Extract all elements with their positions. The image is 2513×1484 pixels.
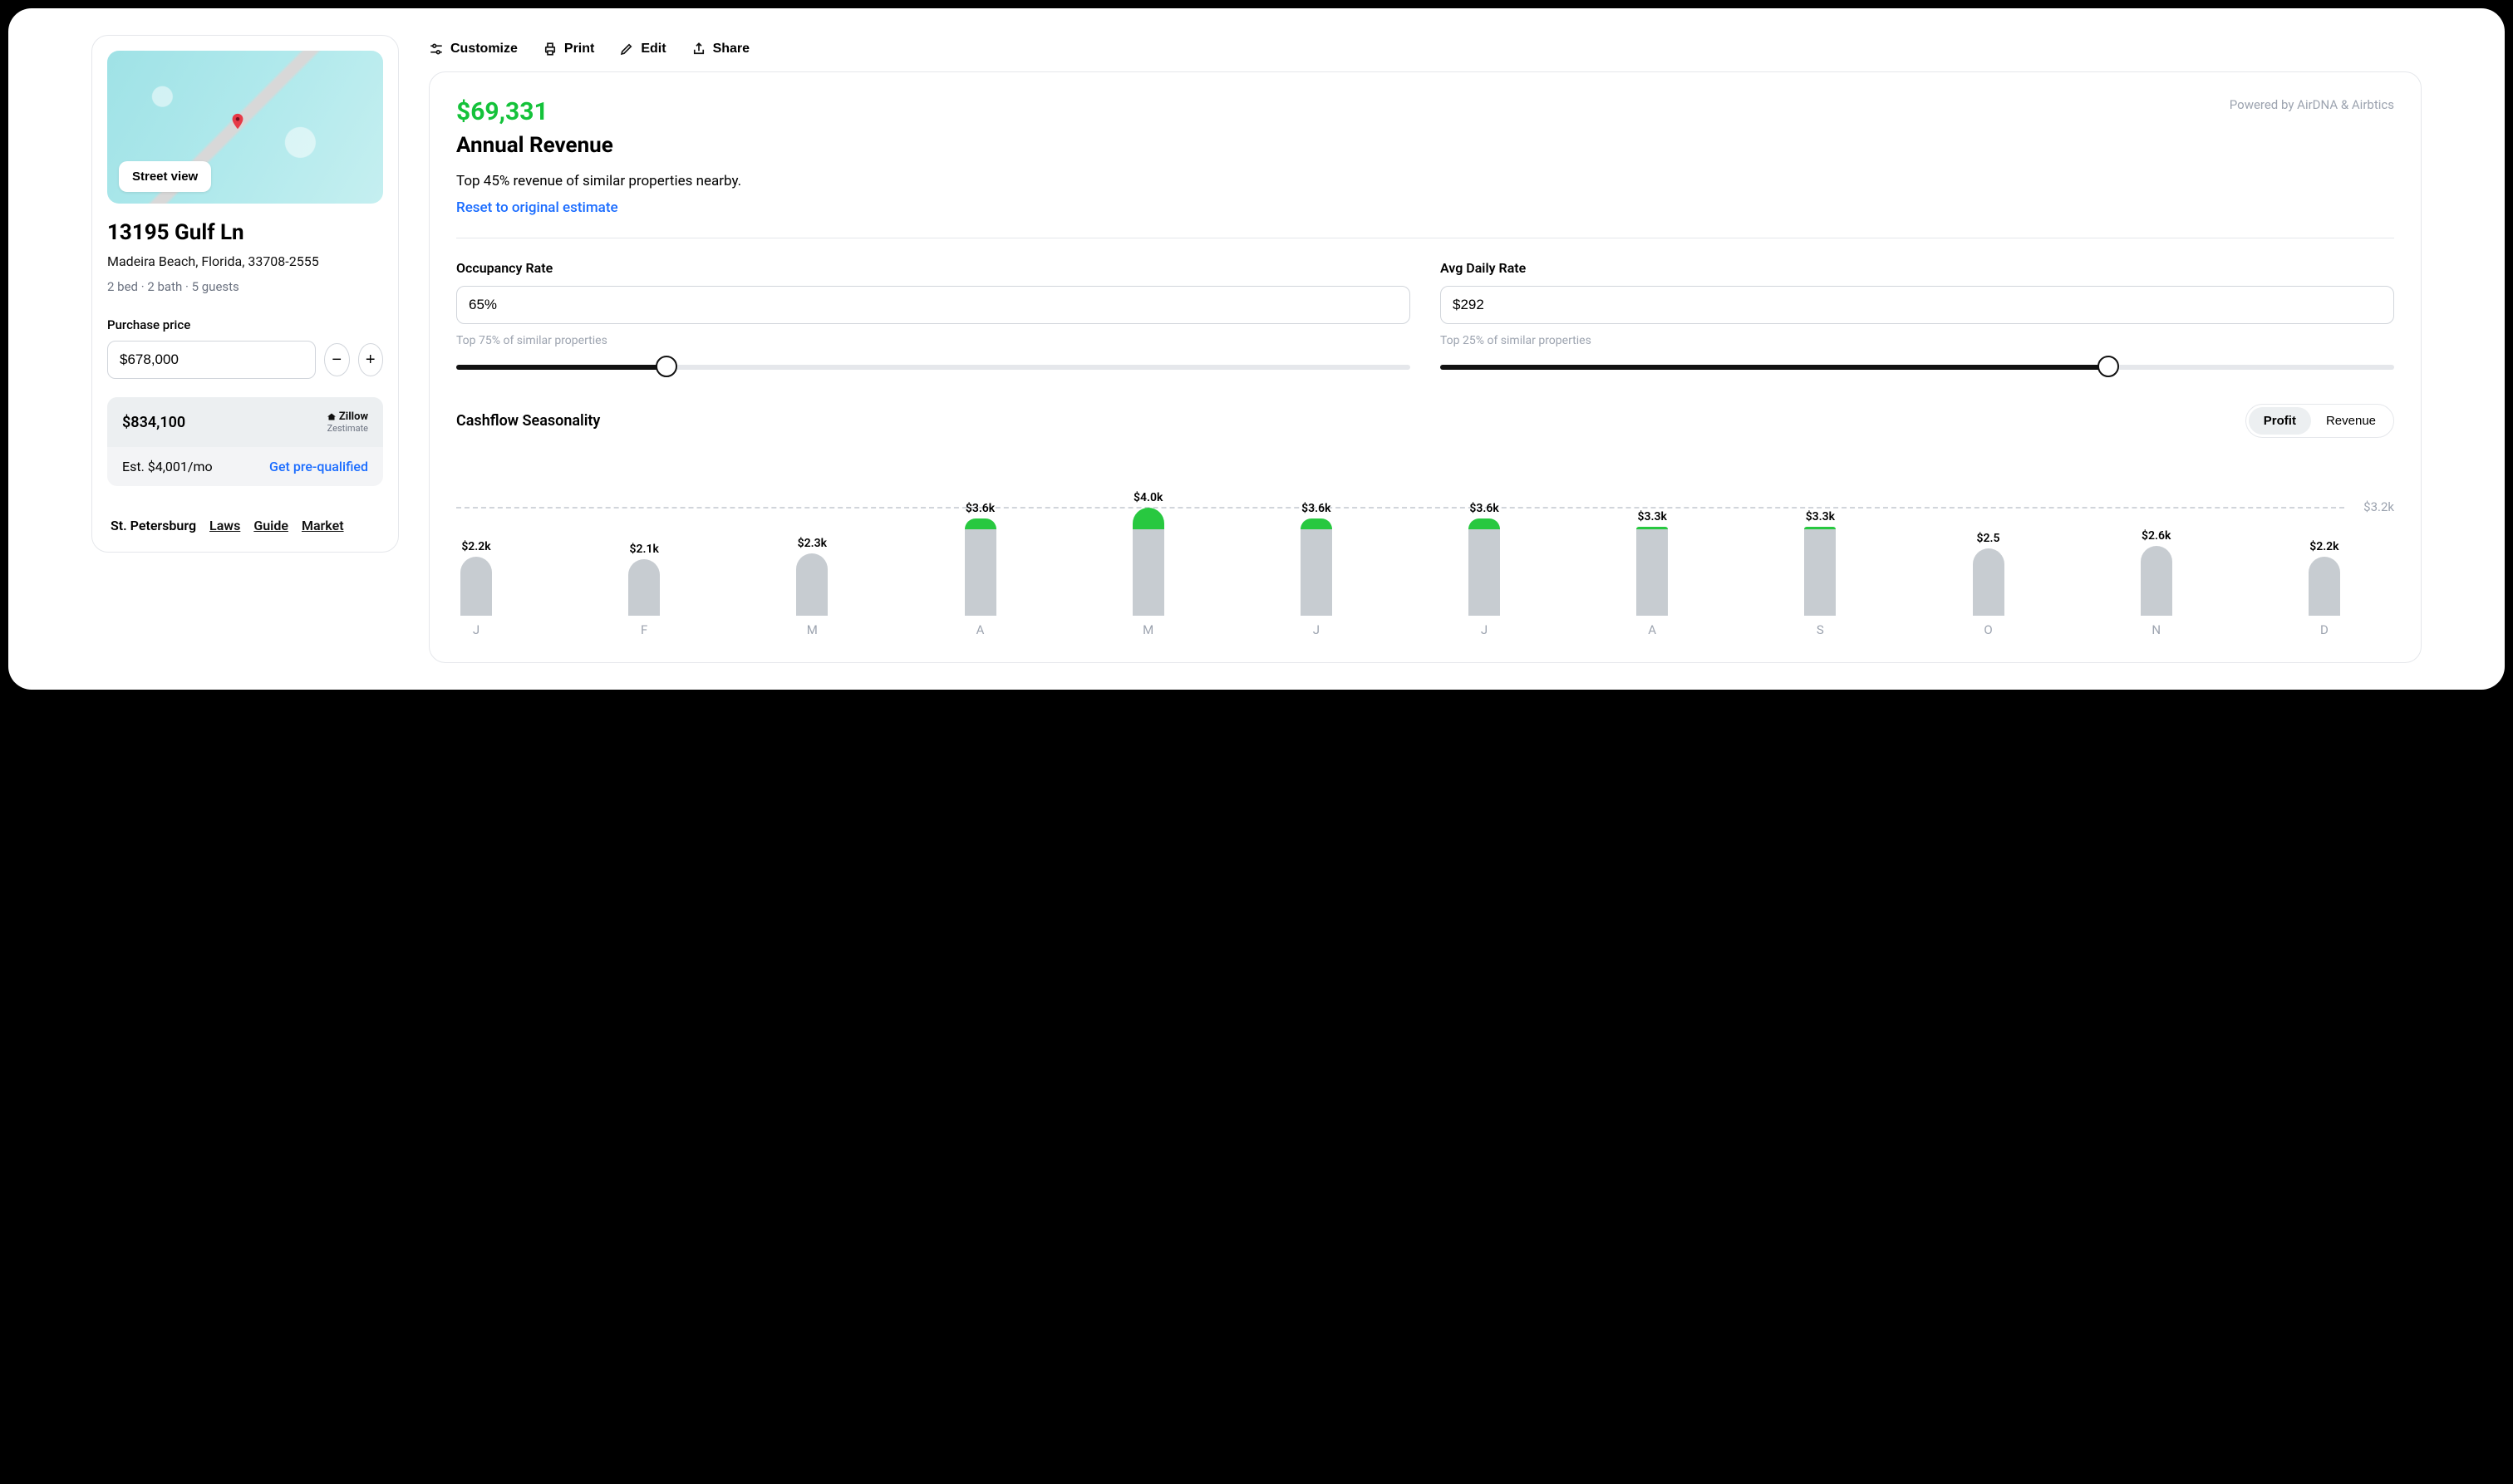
occupancy-slider[interactable]	[456, 359, 1410, 376]
bar-value-label: $3.6k	[966, 502, 995, 515]
adr-slider[interactable]	[1440, 359, 2394, 376]
month-label: J	[1464, 622, 1504, 637]
month-label: N	[2137, 622, 2176, 637]
month-label: O	[1969, 622, 2009, 637]
prequalified-link[interactable]: Get pre-qualified	[269, 459, 368, 474]
bar-value-label: $3.6k	[1469, 502, 1498, 515]
laws-link[interactable]: Laws	[209, 518, 240, 533]
bar-value-label: $2.1k	[629, 543, 658, 556]
chart-bar: $4.0k	[1129, 491, 1168, 616]
chart-bar: $3.6k	[961, 502, 1001, 616]
month-label: A	[1632, 622, 1672, 637]
map-pin-icon	[229, 112, 247, 130]
chart-toggle: Profit Revenue	[2245, 404, 2394, 438]
city-name: St. Petersburg	[111, 518, 196, 533]
est-monthly: Est. $4,001/mo	[122, 459, 213, 474]
zestimate-label: Zestimate	[327, 423, 368, 434]
occupancy-input[interactable]	[456, 286, 1410, 324]
property-details: 2 bed · 2 bath · 5 guests	[107, 279, 383, 294]
chart-bar: $3.6k	[1464, 502, 1504, 616]
printer-icon	[543, 42, 558, 57]
app-frame: Street view 13195 Gulf Ln Madeira Beach,…	[8, 8, 2505, 690]
guide-link[interactable]: Guide	[253, 518, 288, 533]
house-icon	[327, 412, 337, 422]
month-label: M	[1129, 622, 1168, 637]
month-label: M	[792, 622, 832, 637]
bar-value-label: $3.3k	[1638, 510, 1667, 523]
print-button[interactable]: Print	[543, 42, 594, 57]
occupancy-column: Occupancy Rate Top 75% of similar proper…	[456, 260, 1410, 376]
property-card: Street view 13195 Gulf Ln Madeira Beach,…	[91, 35, 399, 553]
annual-revenue-value: $69,331	[456, 97, 613, 126]
chart-bar: $3.6k	[1296, 502, 1336, 616]
chart-bar: $3.3k	[1632, 510, 1672, 616]
seasonality-chart: $3.2k $2.2k $2.1k $2.3k $3.6k $4.0k $3.6k $3.6…	[456, 463, 2394, 637]
bar-value-label: $3.3k	[1806, 510, 1835, 523]
powered-by-text: Powered by AirDNA & Airbtics	[2230, 97, 2394, 112]
month-label: D	[2304, 622, 2344, 637]
chart-bar: $2.5	[1969, 532, 2009, 616]
chart-bar: $2.2k	[456, 540, 496, 617]
analysis-panel: $69,331 Annual Revenue Powered by AirDNA…	[429, 71, 2422, 663]
adr-hint: Top 25% of similar properties	[1440, 334, 2394, 347]
bar-value-label: $4.0k	[1134, 491, 1163, 504]
zestimate-value: $834,100	[122, 414, 185, 431]
city-links-row: St. Petersburg Laws Guide Market	[107, 504, 383, 537]
share-button[interactable]: Share	[691, 42, 750, 57]
chart-average-label: $3.2k	[2363, 499, 2394, 514]
zestimate-box: $834,100 Zillow Zestimate Est. $4,001/mo…	[107, 397, 383, 486]
share-icon	[691, 42, 706, 57]
page-toolbar: Customize Print Edit Share	[429, 35, 2422, 71]
toggle-revenue[interactable]: Revenue	[2311, 407, 2391, 435]
month-label: J	[1296, 622, 1336, 637]
reset-estimate-link[interactable]: Reset to original estimate	[456, 199, 618, 216]
pencil-icon	[619, 42, 634, 57]
price-increment-button[interactable]: +	[358, 343, 384, 376]
price-decrement-button[interactable]: −	[324, 343, 350, 376]
chart-bar: $2.6k	[2137, 529, 2176, 617]
adr-input[interactable]	[1440, 286, 2394, 324]
occupancy-hint: Top 75% of similar properties	[456, 334, 1410, 347]
occupancy-label: Occupancy Rate	[456, 260, 1410, 276]
purchase-price-input[interactable]	[107, 341, 316, 379]
toggle-profit[interactable]: Profit	[2249, 407, 2311, 435]
chart-bar: $2.1k	[624, 543, 664, 616]
chart-bar: $2.3k	[792, 537, 832, 616]
annual-revenue-title: Annual Revenue	[456, 133, 613, 158]
month-label: A	[961, 622, 1001, 637]
bar-value-label: $2.5	[1977, 532, 2000, 545]
market-link[interactable]: Market	[302, 518, 344, 533]
main-column: Customize Print Edit Share	[429, 35, 2422, 663]
bar-value-label: $3.6k	[1301, 502, 1330, 515]
bar-value-label: $2.2k	[2309, 540, 2338, 553]
chart-title: Cashflow Seasonality	[456, 412, 600, 430]
month-label: F	[624, 622, 664, 637]
customize-button[interactable]: Customize	[429, 42, 518, 57]
address-title: 13195 Gulf Ln	[107, 220, 383, 245]
month-label: S	[1800, 622, 1840, 637]
chart-bar: $2.2k	[2304, 540, 2344, 617]
bar-value-label: $2.2k	[461, 540, 490, 553]
street-view-button[interactable]: Street view	[119, 161, 211, 192]
month-label: J	[456, 622, 496, 637]
bar-value-label: $2.6k	[2142, 529, 2171, 543]
purchase-price-label: Purchase price	[107, 317, 383, 332]
chart-bar: $3.3k	[1800, 510, 1840, 616]
bar-value-label: $2.3k	[798, 537, 827, 550]
revenue-subtitle: Top 45% revenue of similar properties ne…	[456, 173, 2394, 189]
adr-column: Avg Daily Rate Top 25% of similar proper…	[1440, 260, 2394, 376]
adr-label: Avg Daily Rate	[1440, 260, 2394, 276]
zillow-logo: Zillow	[327, 410, 368, 423]
edit-button[interactable]: Edit	[619, 42, 666, 57]
map-preview[interactable]: Street view	[107, 51, 383, 204]
address-subtitle: Madeira Beach, Florida, 33708-2555	[107, 253, 383, 269]
sliders-icon	[429, 42, 444, 57]
